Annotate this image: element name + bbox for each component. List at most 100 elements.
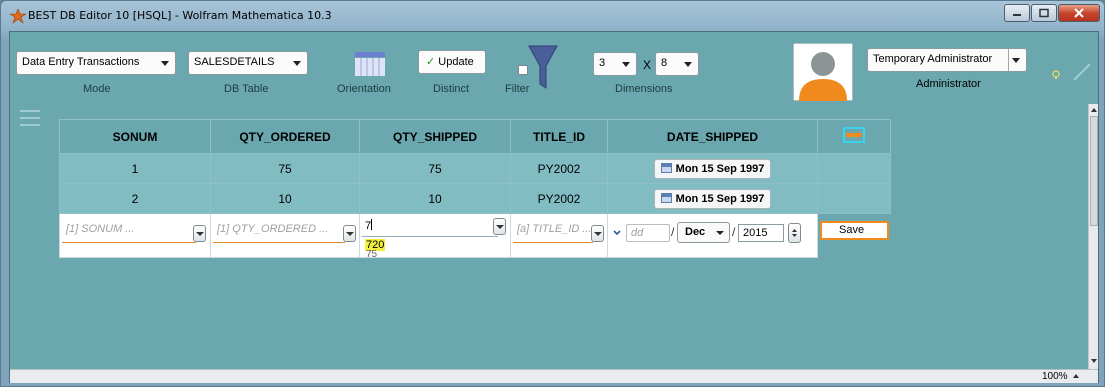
lightbulb-icon[interactable] — [1052, 70, 1060, 80]
orientation-label: Orientation — [337, 83, 391, 95]
filter-label: Filter — [505, 83, 530, 95]
role-label: Administrator — [916, 78, 981, 90]
mode-label: Mode — [83, 83, 111, 95]
vertical-scrollbar[interactable] — [1088, 104, 1098, 369]
title-id-dropdown-button[interactable] — [591, 225, 604, 242]
grid-area: SONUM QTY_ORDERED QTY_SHIPPED TITLE_ID D… — [10, 104, 1088, 369]
dimension-separator: X — [643, 58, 652, 72]
orientation-icon[interactable] — [355, 52, 385, 76]
chevron-down-icon[interactable] — [613, 230, 621, 236]
chevron-down-icon — [293, 61, 301, 66]
db-table-value: SALESDETAILS — [194, 56, 275, 68]
hamburger-menu-icon[interactable] — [20, 110, 40, 131]
entry-row: [1] SONUM ... [1] QTY_ORDERED ... 7 720 — [59, 213, 891, 260]
check-icon: ✓ — [426, 56, 436, 68]
app-window: BEST DB Editor 10 [HSQL] - Wolfram Mathe… — [0, 0, 1105, 387]
suggestion-item[interactable]: 75 — [366, 249, 377, 260]
update-button[interactable]: ✓ Update — [418, 50, 486, 74]
user-dropdown[interactable]: Temporary Administrator — [867, 48, 1027, 72]
table-row[interactable]: 2 10 10 PY2002 Mon 15 Sep 1997 — [59, 183, 891, 214]
rows-value: 3 — [599, 57, 606, 69]
title-id-entry-cell: [a] TITLE_ID ... — [510, 213, 608, 258]
header-sonum[interactable]: SONUM — [59, 119, 211, 154]
select-all-icon[interactable] — [843, 127, 865, 143]
sonum-entry-cell: [1] SONUM ... — [59, 213, 211, 258]
filter-checkbox[interactable] — [518, 65, 528, 75]
scroll-up-icon[interactable] — [1090, 107, 1098, 113]
pen-icon[interactable] — [1070, 60, 1094, 84]
table-row[interactable]: 1 75 75 PY2002 Mon 15 Sep 1997 — [59, 153, 891, 184]
header-qty-shipped[interactable]: QTY_SHIPPED — [359, 119, 511, 154]
zoom-level[interactable]: 100% — [1042, 371, 1068, 382]
save-button[interactable]: Save — [820, 221, 889, 240]
header-date-shipped[interactable]: DATE_SHIPPED — [607, 119, 818, 154]
cell-date-shipped: Mon 15 Sep 1997 — [607, 153, 818, 184]
mode-dropdown[interactable]: Data Entry Transactions — [16, 51, 176, 75]
minimize-button[interactable] — [1004, 4, 1030, 22]
cols-dropdown[interactable]: 8 — [655, 52, 699, 76]
year-input[interactable]: 2015 — [738, 224, 784, 242]
chevron-down-icon — [684, 62, 692, 67]
date-entry-cell: dd / Dec / 2015 — [607, 213, 818, 258]
qty-ordered-underline — [213, 242, 345, 243]
cell-extra — [817, 183, 891, 214]
save-cell: Save — [817, 213, 891, 258]
mathematica-icon — [10, 9, 26, 24]
chevron-down-icon — [622, 62, 630, 67]
dimensions-label: Dimensions — [615, 83, 673, 95]
qty-shipped-input[interactable]: 7 — [365, 219, 373, 232]
title-id-input[interactable]: [a] TITLE_ID ... — [517, 223, 592, 235]
maximize-button[interactable] — [1031, 4, 1057, 22]
sonum-dropdown-button[interactable] — [193, 225, 206, 242]
mode-value: Data Entry Transactions — [22, 56, 140, 68]
cell-date-shipped: Mon 15 Sep 1997 — [607, 183, 818, 214]
client-area: Data Entry Transactions Mode SALESDETAIL… — [9, 31, 1099, 383]
scroll-thumb[interactable] — [1090, 116, 1098, 226]
cell-title-id[interactable]: PY2002 — [510, 183, 608, 214]
db-table-dropdown[interactable]: SALESDETAILS — [188, 51, 308, 75]
user-value: Temporary Administrator — [873, 53, 993, 65]
filter-funnel-icon[interactable] — [528, 44, 558, 90]
zoom-up-icon[interactable] — [1072, 373, 1080, 379]
qty-shipped-entry-cell: 7 720 75 — [359, 213, 511, 260]
update-label: Update — [438, 56, 474, 68]
cell-sonum[interactable]: 1 — [59, 153, 211, 184]
close-button[interactable] — [1058, 4, 1100, 22]
avatar[interactable] — [793, 43, 853, 101]
qty-shipped-dropdown-button[interactable] — [493, 218, 506, 235]
sonum-underline — [62, 242, 196, 243]
distinct-label: Distinct — [433, 83, 470, 95]
status-bar: 100% — [10, 369, 1098, 383]
date-value: Mon 15 Sep 1997 — [675, 162, 765, 175]
date-chip[interactable]: Mon 15 Sep 1997 — [653, 158, 772, 179]
header-qty-ordered[interactable]: QTY_ORDERED — [210, 119, 360, 154]
cell-title-id[interactable]: PY2002 — [510, 153, 608, 184]
qty-ordered-dropdown-button[interactable] — [343, 225, 356, 242]
header-title-id[interactable]: TITLE_ID — [510, 119, 608, 154]
cell-qty-ordered[interactable]: 10 — [210, 183, 360, 214]
cell-extra — [817, 153, 891, 184]
calendar-icon — [660, 162, 672, 173]
title-bar: BEST DB Editor 10 [HSQL] - Wolfram Mathe… — [1, 1, 1104, 31]
sonum-input[interactable]: [1] SONUM ... — [66, 223, 134, 235]
qty-ordered-input[interactable]: [1] QTY_ORDERED ... — [217, 223, 328, 235]
data-table: SONUM QTY_ORDERED QTY_SHIPPED TITLE_ID D… — [59, 119, 891, 260]
cols-value: 8 — [661, 57, 668, 69]
chevron-down-icon — [161, 61, 169, 66]
cell-qty-shipped[interactable]: 10 — [359, 183, 511, 214]
cell-qty-ordered[interactable]: 75 — [210, 153, 360, 184]
year-spinner[interactable] — [788, 223, 801, 243]
month-dropdown[interactable]: Dec — [677, 222, 730, 243]
toolbar: Data Entry Transactions Mode SALESDETAIL… — [10, 32, 1098, 104]
day-input[interactable]: dd — [626, 224, 670, 242]
scroll-down-icon[interactable] — [1090, 358, 1098, 364]
cell-sonum[interactable]: 2 — [59, 183, 211, 214]
date-chip[interactable]: Mon 15 Sep 1997 — [653, 188, 772, 209]
rows-dropdown[interactable]: 3 — [593, 52, 637, 76]
db-table-label: DB Table — [224, 83, 269, 95]
chevron-down-icon — [1012, 58, 1020, 63]
cell-qty-shipped[interactable]: 75 — [359, 153, 511, 184]
title-id-underline — [513, 242, 593, 243]
qty-ordered-entry-cell: [1] QTY_ORDERED ... — [210, 213, 360, 258]
date-value: Mon 15 Sep 1997 — [675, 192, 765, 205]
